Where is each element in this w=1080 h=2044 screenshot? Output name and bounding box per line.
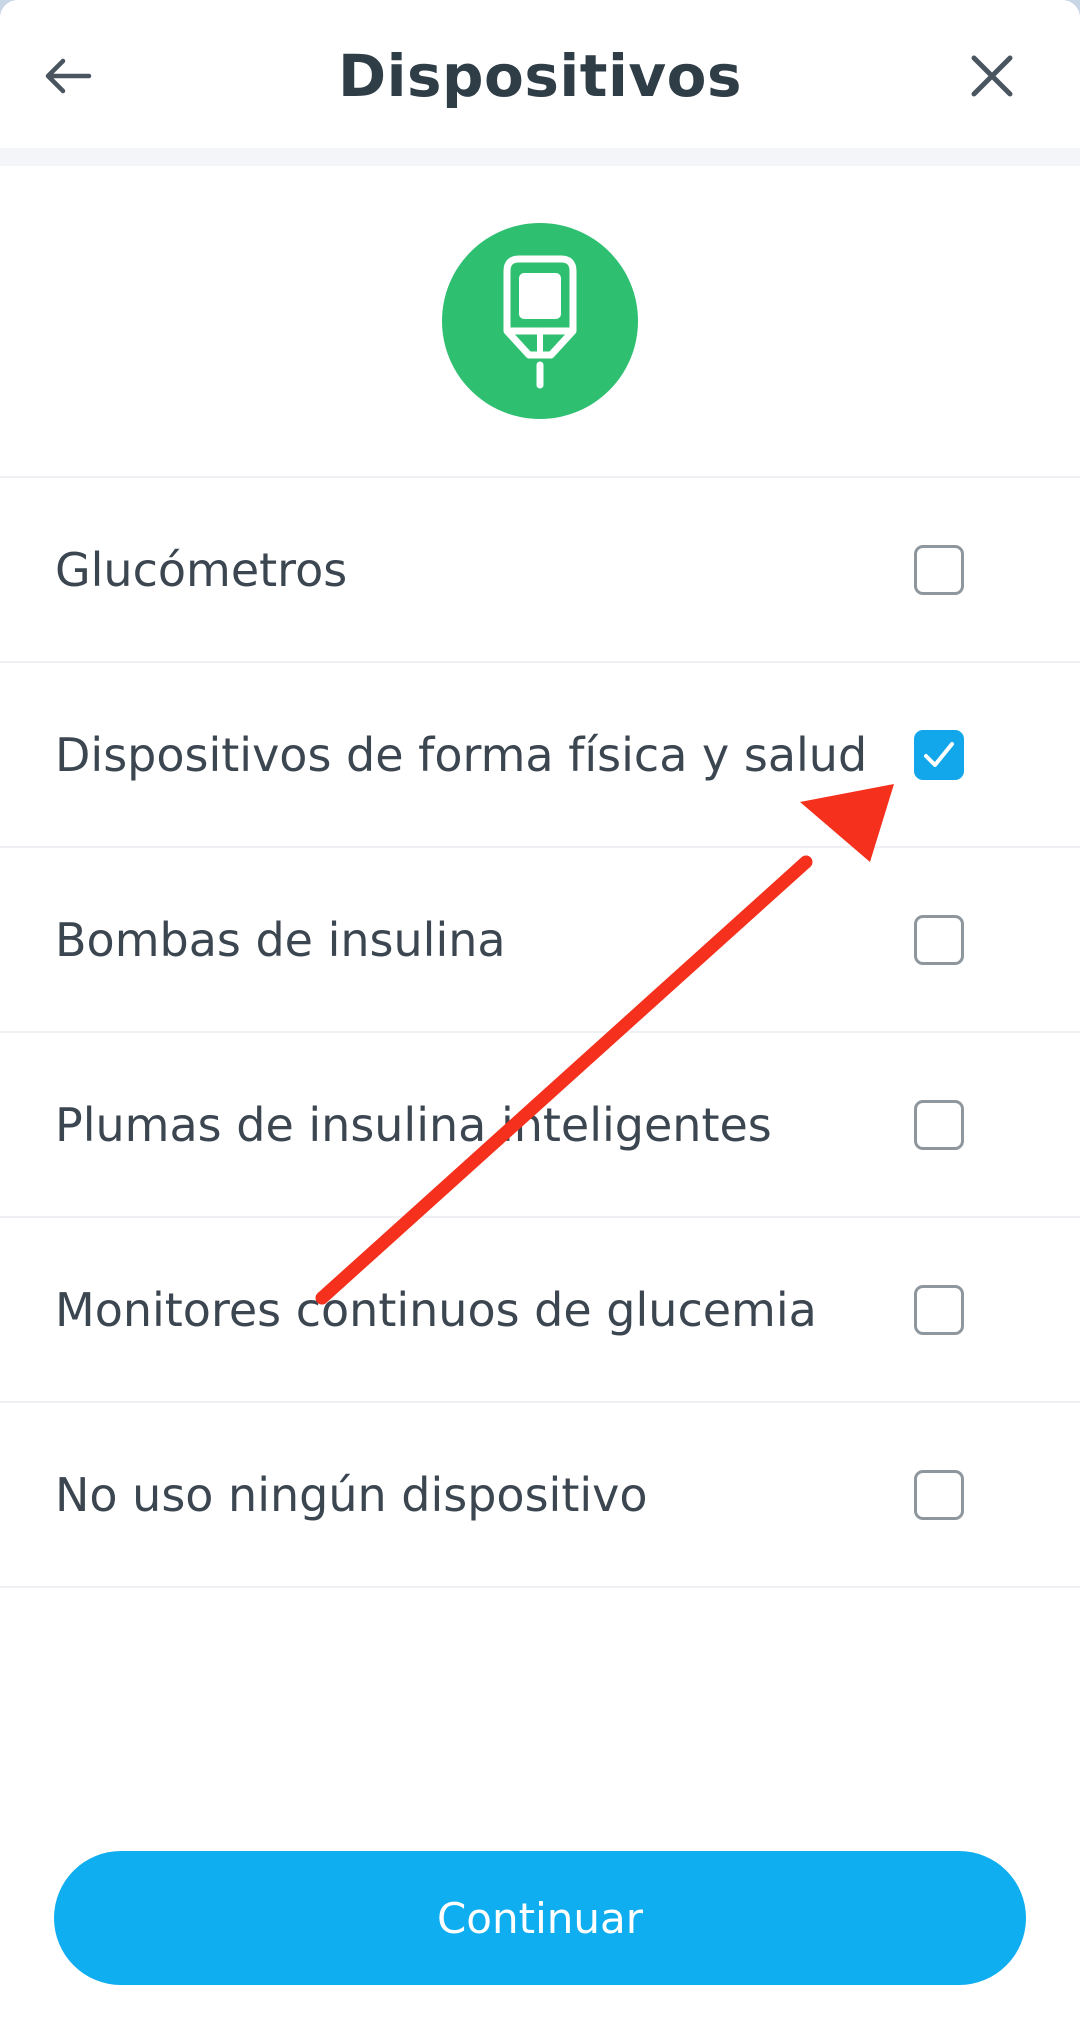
back-button[interactable] (28, 36, 108, 116)
checkbox-insulin-pumps[interactable] (914, 914, 964, 965)
option-insulin-pumps[interactable]: Bombas de insulina (0, 848, 1080, 1031)
close-button[interactable] (952, 36, 1032, 116)
checkbox-no-device[interactable] (914, 1469, 964, 1520)
checkbox-smart-insulin-pens[interactable] (914, 1099, 964, 1150)
page-title: Dispositivos (337, 42, 743, 110)
checkbox-glucometers[interactable] (914, 544, 964, 595)
checkbox-fitness-health-devices[interactable] (914, 729, 964, 780)
divider (0, 1586, 1080, 1588)
option-glucometers[interactable]: Glucómetros (0, 478, 1080, 661)
option-label: Dispositivos de forma física y salud (55, 727, 868, 782)
option-no-device[interactable]: No uso ningún dispositivo (0, 1403, 1080, 1586)
option-label: Glucómetros (55, 542, 348, 597)
device-badge (442, 223, 638, 419)
option-fitness-health-devices[interactable]: Dispositivos de forma física y salud (0, 663, 1080, 846)
header-separator (0, 148, 1080, 166)
option-label: No uso ningún dispositivo (55, 1467, 648, 1522)
checkbox-cgm[interactable] (914, 1284, 964, 1335)
close-icon (971, 55, 1013, 97)
devices-sheet: Dispositivos Glucómetros Dispositivos de… (0, 0, 1080, 2044)
glucometer-icon (503, 255, 577, 389)
option-cgm[interactable]: Monitores continuos de glucemia (0, 1218, 1080, 1401)
continue-button[interactable]: Continuar (54, 1851, 1026, 1985)
arrow-left-icon (45, 58, 92, 94)
option-label: Bombas de insulina (55, 912, 506, 967)
option-label: Monitores continuos de glucemia (55, 1282, 817, 1337)
header: Dispositivos (0, 0, 1080, 148)
checkmark-icon (924, 741, 954, 767)
option-label: Plumas de insulina inteligentes (55, 1097, 772, 1152)
option-smart-insulin-pens[interactable]: Plumas de insulina inteligentes (0, 1033, 1080, 1216)
device-options-list: Glucómetros Dispositivos de forma física… (0, 476, 1080, 1588)
